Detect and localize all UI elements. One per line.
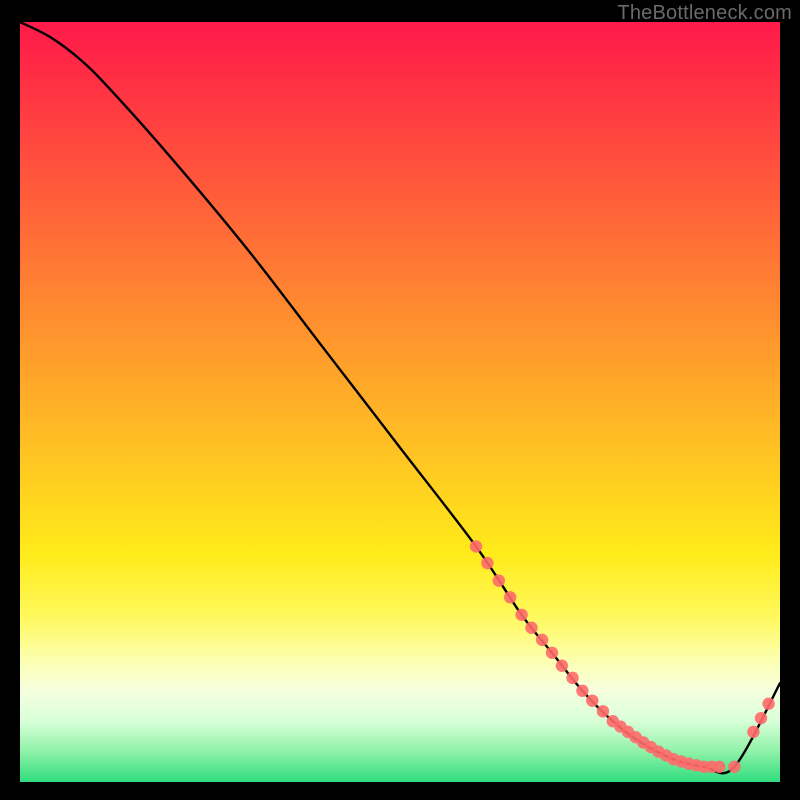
curve-marker bbox=[566, 672, 578, 684]
curve-line bbox=[20, 22, 780, 773]
chart-svg bbox=[20, 22, 780, 782]
curve-marker bbox=[536, 634, 548, 646]
curve-marker bbox=[504, 591, 516, 603]
curve-marker bbox=[493, 574, 505, 586]
curve-marker bbox=[515, 609, 527, 621]
curve-marker bbox=[713, 761, 725, 773]
curve-marker bbox=[576, 685, 588, 697]
curve-marker bbox=[556, 660, 568, 672]
curve-marker bbox=[728, 761, 740, 773]
curve-markers bbox=[470, 540, 775, 773]
watermark-text: TheBottleneck.com bbox=[617, 2, 792, 25]
curve-marker bbox=[481, 557, 493, 569]
curve-marker bbox=[762, 698, 774, 710]
curve-marker bbox=[597, 705, 609, 717]
curve-marker bbox=[546, 647, 558, 659]
curve-marker bbox=[470, 540, 482, 552]
curve-marker bbox=[747, 726, 759, 738]
curve-marker bbox=[586, 694, 598, 706]
curve-marker bbox=[525, 622, 537, 634]
curve-marker bbox=[755, 712, 767, 724]
chart-root: TheBottleneck.com bbox=[0, 0, 800, 800]
plot-area bbox=[20, 22, 780, 782]
